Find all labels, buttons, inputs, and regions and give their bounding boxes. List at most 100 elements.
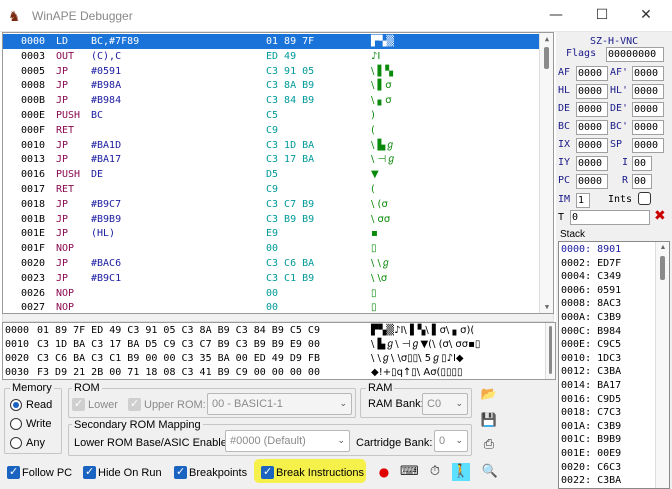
upper-rom-select[interactable]: 00 - BASIC1-1 ⌄ (207, 393, 352, 415)
disassembly-row[interactable]: 001F NOP 00 ▯ (3, 241, 540, 256)
disassembly-row[interactable]: 0003 OUT (C),C ED 49 ♪I (3, 49, 540, 64)
minimize-button[interactable]: — (536, 0, 576, 30)
stack-entry[interactable]: 0000: 8901 (561, 243, 621, 256)
disassembly-row[interactable]: 0017 RET C9 ( (3, 182, 540, 197)
stack-entry[interactable]: 0020: C6C3 (561, 461, 621, 474)
scroll-up-icon[interactable]: ▲ (542, 34, 552, 44)
disassembly-row[interactable]: 0026 NOP 00 ▯ (3, 286, 540, 301)
save-as-icon[interactable]: ⎙ (480, 436, 498, 454)
stack-entry[interactable]: 0012: C3BA (561, 365, 621, 378)
instruction-chars: \ ⊣ℊ (371, 154, 397, 166)
disassembly-row[interactable]: 0020 JP #BAC6 C3 C6 BA \ \ℊ (3, 256, 540, 271)
keyboard-icon[interactable]: ⌨ (400, 463, 419, 481)
instruction-mnemonic: JP (56, 198, 69, 210)
register-value-af-alt[interactable]: 0000 (632, 66, 664, 81)
register-value-de[interactable]: 0000 (576, 102, 608, 117)
clear-t-icon[interactable]: ✖ (654, 208, 666, 224)
register-value-pc[interactable]: 0000 (576, 174, 608, 189)
scroll-down-icon[interactable]: ▼ (542, 302, 552, 312)
maximize-button[interactable]: ☐ (582, 0, 622, 30)
stack-entry[interactable]: 0002: ED7F (561, 257, 621, 270)
record-icon[interactable]: ● (375, 463, 393, 481)
instruction-mnemonic: PUSH (56, 110, 81, 121)
memory-hexdump[interactable]: 0000 01 89 7F ED 49 C3 91 05 C3 8A B9 C3 … (2, 322, 556, 380)
save-disk-icon[interactable]: 💾 (480, 412, 498, 430)
register-value-bc-alt[interactable]: 0000 (632, 120, 664, 135)
instruction-mnemonic: NOP (56, 302, 75, 314)
register-value-de-alt[interactable]: 0000 (632, 102, 664, 117)
disassembly-hscrollbar[interactable] (2, 314, 554, 322)
stack-entry[interactable]: 000C: B984 (561, 325, 621, 338)
disassembly-row[interactable]: 000F RET C9 ( (3, 123, 540, 138)
disassembly-row[interactable]: 0005 JP #0591 C3 91 05 \ ▌▚ (3, 64, 540, 79)
stack-entry[interactable]: 0006: 0591 (561, 284, 621, 297)
disassembly-row[interactable]: 0018 JP #B9C7 C3 C7 B9 \ (σ (3, 197, 540, 212)
close-button[interactable]: ✕ (626, 0, 666, 30)
disassembly-row[interactable]: 0000 LD BC,#7F89 01 89 7F ▛▚▒ (3, 34, 540, 49)
stack-entry[interactable]: 0014: BA17 (561, 379, 621, 392)
stack-entry[interactable]: 000E: C9C5 (561, 338, 621, 351)
ints-checkbox[interactable] (638, 192, 651, 205)
stack-entry[interactable]: 0010: 1DC3 (561, 352, 621, 365)
stopwatch-icon[interactable]: ⏱ (426, 463, 444, 481)
search-icon[interactable]: 🔍 (481, 463, 499, 481)
register-value-r[interactable]: 00 (632, 174, 652, 189)
scrollbar-thumb[interactable] (660, 256, 665, 280)
open-folder-icon[interactable]: 📂 (480, 386, 498, 404)
breakpoints-checkbox[interactable] (174, 465, 187, 479)
instruction-operand: (HL) (91, 228, 116, 240)
lower-rom-base-select[interactable]: #0000 (Default) ⌄ (225, 430, 350, 452)
stack-entry[interactable]: 0022: C3BA (561, 474, 621, 487)
disassembly-row[interactable]: 0016 PUSH DE D5 ▼ (3, 167, 540, 182)
memory-read-radio[interactable] (10, 399, 22, 411)
disassembly-row[interactable]: 0027 NOP 00 ▯ (3, 300, 540, 314)
disassembly-row[interactable]: 0013 JP #BA17 C3 17 BA \ ⊣ℊ (3, 152, 540, 167)
upper-rom-checkbox[interactable] (128, 397, 141, 411)
cartridge-bank-select[interactable]: 0 ⌄ (434, 430, 468, 452)
scrollbar-thumb[interactable] (544, 47, 549, 69)
stack-entry[interactable]: 0008: 8AC3 (561, 297, 621, 310)
ram-bank-select[interactable]: C0 ⌄ (422, 393, 468, 415)
register-value-sp[interactable]: 0000 (632, 138, 664, 153)
hexdump-scrollbar-thumb[interactable] (549, 326, 552, 374)
t-states-value[interactable]: 0 (570, 210, 650, 225)
instruction-chars: \ \σ (371, 272, 388, 284)
register-value-hl-alt[interactable]: 0000 (632, 84, 664, 99)
hide-on-run-checkbox[interactable] (83, 465, 96, 479)
disassembly-row[interactable]: 001E JP (HL) E9 ▪ (3, 226, 540, 241)
disassembly-scrollbar[interactable]: ▲ ▼ (539, 33, 553, 313)
register-value-af[interactable]: 0000 (576, 66, 608, 81)
register-value-hl[interactable]: 0000 (576, 84, 608, 99)
break-instructions-checkbox[interactable] (261, 465, 274, 479)
disassembly-view[interactable]: 0000 LD BC,#7F89 01 89 7F ▛▚▒ 0003 OUT (C),C ED … (2, 32, 554, 314)
stack-entry[interactable]: 001E: 00E9 (561, 447, 621, 460)
disassembly-row[interactable]: 0008 JP #B98A C3 8A B9 \ ▌σ (3, 78, 540, 93)
stack-entry[interactable]: 000A: C3B9 (561, 311, 621, 324)
disassembly-row[interactable]: 000E PUSH BC C5) (3, 108, 540, 123)
disassembly-row[interactable]: 0010 JP #BA1D C3 1D BA \ ▙ℊ (3, 138, 540, 153)
stack-scrollbar[interactable]: ▲ (655, 242, 669, 488)
follow-pc-checkbox[interactable] (7, 465, 20, 479)
register-value-i[interactable]: 00 (632, 156, 652, 171)
step-icon[interactable]: 🚶 (452, 463, 470, 481)
hexdump-address: 0000 (5, 325, 30, 336)
stack-entry[interactable]: 001A: C3B9 (561, 420, 621, 433)
lower-rom-checkbox[interactable] (72, 397, 85, 411)
register-value-ix[interactable]: 0000 (576, 138, 608, 153)
memory-write-radio[interactable] (10, 418, 22, 430)
stack-entry[interactable]: 0016: C9D5 (561, 393, 621, 406)
disassembly-row[interactable]: 000B JP #B984 C3 84 B9 \ ▖σ (3, 93, 540, 108)
scroll-up-icon[interactable]: ▲ (658, 243, 668, 253)
stack-view[interactable]: ▲ 0000: 8901 0002: ED7F 0004: C349 0006: 05… (558, 241, 670, 489)
register-value-bc[interactable]: 0000 (576, 120, 608, 135)
register-value-iy[interactable]: 0000 (576, 156, 608, 171)
register-value-im[interactable]: 1 (576, 193, 590, 208)
flags-value[interactable]: 00000000 (606, 47, 664, 62)
stack-entry[interactable]: 0018: C7C3 (561, 406, 621, 419)
hexdump-scrollbar[interactable] (545, 323, 555, 379)
disassembly-row[interactable]: 001B JP #B9B9 C3 B9 B9 \ σσ (3, 212, 540, 227)
memory-any-radio[interactable] (10, 437, 22, 449)
stack-entry[interactable]: 0004: C349 (561, 270, 621, 283)
stack-entry[interactable]: 001C: B9B9 (561, 433, 621, 446)
disassembly-row[interactable]: 0023 JP #B9C1 C3 C1 B9 \ \σ (3, 271, 540, 286)
